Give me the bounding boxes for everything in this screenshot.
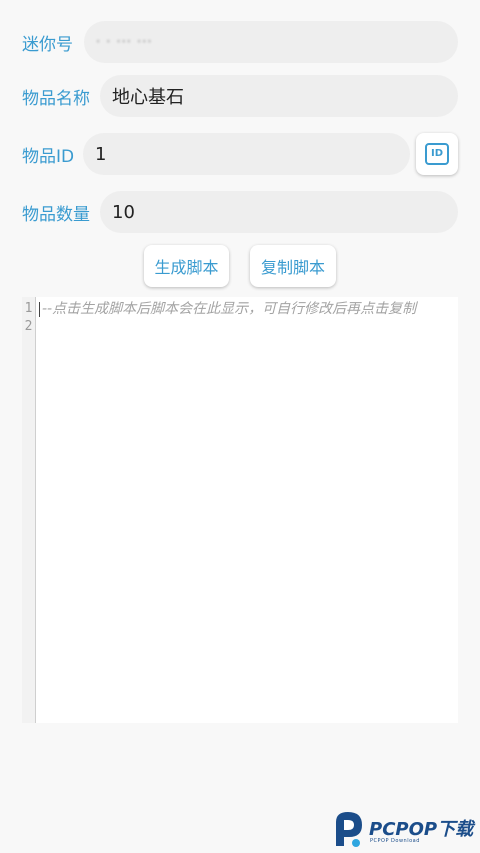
item-name-row: 物品名称 地心基石 xyxy=(22,75,458,117)
watermark-sub: PCPOP Download xyxy=(370,838,420,844)
line-number: 1 xyxy=(24,301,33,316)
mini-number-input[interactable]: · · ··· ··· xyxy=(84,21,458,63)
mini-number-label: 迷你号 xyxy=(22,34,73,55)
app-root: 迷你号 · · ··· ··· 物品名称 地心基石 物品ID 1 ID 物品数量… xyxy=(0,0,480,853)
item-id-row: 物品ID 1 ID xyxy=(22,133,458,175)
item-name-label: 物品名称 xyxy=(22,88,90,109)
text-cursor xyxy=(39,302,40,317)
id-card-icon: ID xyxy=(425,143,449,165)
item-id-label: 物品ID xyxy=(22,146,75,167)
line-number: 2 xyxy=(24,319,33,334)
item-name-input[interactable]: 地心基石 xyxy=(100,75,458,117)
line-number-gutter: 1 2 xyxy=(22,297,36,723)
mini-number-value: · · ··· ··· xyxy=(96,34,153,50)
editor-placeholder: --点击生成脚本后脚本会在此显示，可自行修改后再点击复制 xyxy=(42,301,417,317)
item-count-label: 物品数量 xyxy=(22,204,90,225)
item-count-input[interactable]: 10 xyxy=(100,191,458,233)
mini-number-row: 迷你号 · · ··· ··· xyxy=(22,21,458,63)
copy-script-button[interactable]: 复制脚本 xyxy=(250,245,336,287)
code-area[interactable]: --点击生成脚本后脚本会在此显示，可自行修改后再点击复制 xyxy=(39,300,458,723)
id-lookup-button[interactable]: ID xyxy=(416,133,458,175)
script-editor[interactable]: 1 2 --点击生成脚本后脚本会在此显示，可自行修改后再点击复制 xyxy=(22,297,458,723)
item-id-value: 1 xyxy=(95,143,107,165)
pcpop-logo-icon xyxy=(336,812,362,847)
watermark: PCPOP下载 PCPOP Download xyxy=(332,808,480,853)
item-count-row: 物品数量 10 xyxy=(22,191,458,233)
item-name-value: 地心基石 xyxy=(112,87,184,108)
item-count-value: 10 xyxy=(112,201,135,223)
generate-script-button[interactable]: 生成脚本 xyxy=(144,245,229,287)
item-id-input[interactable]: 1 xyxy=(83,133,410,175)
